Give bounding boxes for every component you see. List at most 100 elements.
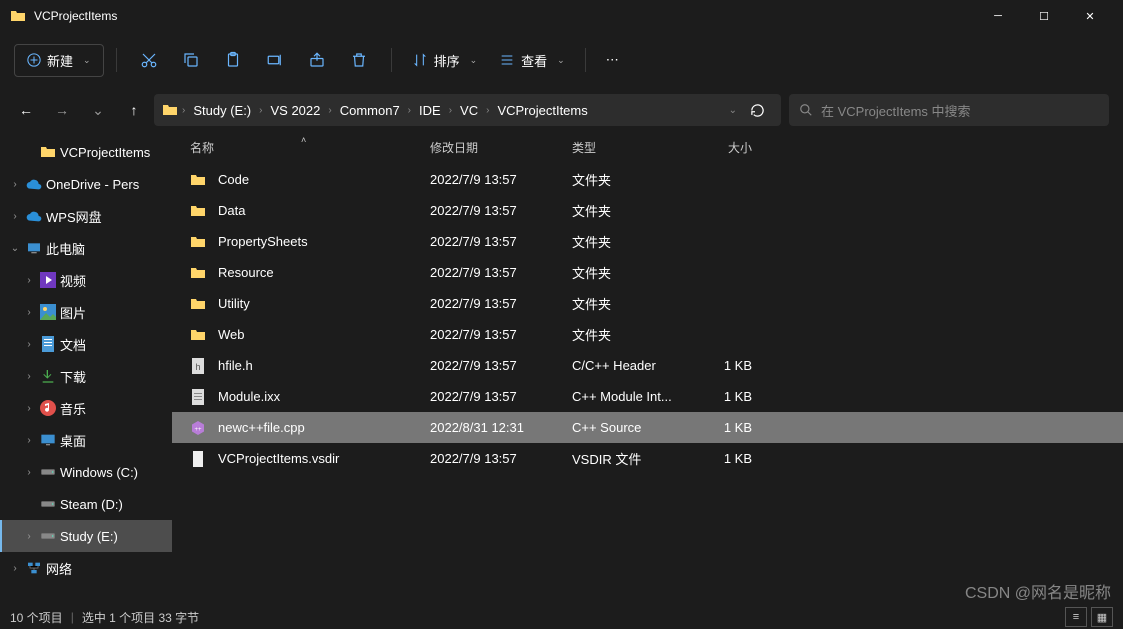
details-view-button[interactable]: ≡ — [1065, 607, 1087, 627]
drive-icon — [40, 496, 56, 512]
expand-icon[interactable]: › — [22, 403, 36, 414]
expand-icon[interactable]: › — [22, 307, 36, 318]
column-size[interactable]: 大小 — [690, 139, 760, 156]
breadcrumb-item[interactable]: Study (E:) — [189, 101, 255, 120]
sidebar-item[interactable]: ›视频 — [0, 264, 172, 296]
file-date: 2022/7/9 13:57 — [430, 327, 572, 342]
file-row[interactable]: Code 2022/7/9 13:57 文件夹 — [172, 164, 1123, 195]
folder-icon — [40, 144, 56, 160]
sidebar-item-label: 图片 — [60, 303, 86, 322]
view-label: 查看 — [521, 51, 547, 70]
sort-button[interactable]: 排序 ⌄ — [404, 45, 486, 76]
refresh-button[interactable] — [741, 103, 773, 118]
back-button[interactable]: ← — [14, 98, 38, 122]
expand-icon[interactable]: › — [8, 179, 22, 190]
file-icon — [190, 451, 206, 467]
more-button[interactable]: ⋯ — [598, 46, 627, 74]
cut-button[interactable] — [129, 42, 169, 78]
network-icon — [26, 560, 42, 576]
sidebar-item-label: 此电脑 — [46, 239, 85, 258]
sort-label: 排序 — [434, 51, 460, 70]
column-name[interactable]: 名称˄ — [172, 139, 430, 156]
expand-icon[interactable]: › — [8, 563, 22, 574]
sidebar-item[interactable]: › 下载 — [0, 360, 172, 392]
rename-button[interactable] — [255, 42, 295, 78]
file-size: 1 KB — [690, 389, 760, 404]
sidebar-item[interactable]: ›音乐 — [0, 392, 172, 424]
file-row[interactable]: Data 2022/7/9 13:57 文件夹 — [172, 195, 1123, 226]
address-bar[interactable]: › Study (E:) › VS 2022 › Common7 › IDE ›… — [154, 94, 781, 126]
expand-icon[interactable]: ⌄ — [8, 243, 22, 254]
file-type: C++ Source — [572, 420, 690, 435]
file-row[interactable]: PropertySheets 2022/7/9 13:57 文件夹 — [172, 226, 1123, 257]
new-button-label: 新建 — [47, 51, 73, 70]
nav-bar: ← → ⌄ ↑ › Study (E:) › VS 2022 › Common7… — [0, 88, 1123, 132]
breadcrumb-item[interactable]: VC — [456, 101, 482, 120]
sidebar-item[interactable]: ›OneDrive - Pers — [0, 168, 172, 200]
item-count: 10 个项目 — [10, 609, 63, 626]
column-type[interactable]: 类型 — [572, 139, 690, 156]
sidebar-item[interactable]: › 网络 — [0, 552, 172, 584]
breadcrumb-item[interactable]: Common7 — [336, 101, 404, 120]
chevron-right-icon: › — [328, 105, 331, 116]
expand-icon[interactable]: › — [22, 435, 36, 446]
sidebar-item-label: 下载 — [60, 367, 86, 386]
column-headers: 名称˄ 修改日期 类型 大小 — [172, 132, 1123, 164]
sidebar-item[interactable]: Steam (D:) — [0, 488, 172, 520]
expand-icon[interactable]: › — [22, 467, 36, 478]
copy-button[interactable] — [171, 42, 211, 78]
status-bar: 10 个项目 | 选中 1 个项目 33 字节 ≡ ▦ — [0, 605, 1123, 629]
search-input[interactable]: 在 VCProjectItems 中搜索 — [789, 94, 1109, 126]
sidebar-item[interactable]: › 桌面 — [0, 424, 172, 456]
delete-button[interactable] — [339, 42, 379, 78]
sidebar-item[interactable]: ⌄ 此电脑 — [0, 232, 172, 264]
recent-button[interactable]: ⌄ — [86, 98, 110, 122]
up-button[interactable]: ↑ — [122, 98, 146, 122]
forward-button[interactable]: → — [50, 98, 74, 122]
sidebar-item[interactable]: ›WPS网盘 — [0, 200, 172, 232]
chevron-right-icon: › — [182, 105, 185, 116]
sidebar-item-label: 桌面 — [60, 431, 86, 450]
expand-icon[interactable]: › — [8, 211, 22, 222]
paste-button[interactable] — [213, 42, 253, 78]
file-name: Data — [218, 203, 245, 218]
thumbnails-view-button[interactable]: ▦ — [1091, 607, 1113, 627]
file-row[interactable]: ++newc++file.cpp 2022/8/31 12:31 C++ Sou… — [172, 412, 1123, 443]
sidebar-item[interactable]: VCProjectItems — [0, 136, 172, 168]
music-icon — [40, 400, 56, 416]
expand-icon[interactable]: › — [22, 275, 36, 286]
divider — [391, 48, 392, 72]
expand-icon[interactable]: › — [22, 531, 36, 542]
maximize-button[interactable]: ☐ — [1021, 0, 1067, 32]
breadcrumb-item[interactable]: VCProjectItems — [493, 101, 591, 120]
column-date[interactable]: 修改日期 — [430, 139, 572, 156]
sidebar-item[interactable]: ›Study (E:) — [0, 520, 172, 552]
view-button[interactable]: 查看 ⌄ — [491, 45, 573, 76]
chevron-down-icon[interactable]: ⌄ — [729, 105, 737, 116]
svg-text:++: ++ — [194, 427, 202, 433]
sidebar-item-label: Windows (C:) — [60, 465, 138, 480]
picture-icon — [40, 304, 56, 320]
file-row[interactable]: Utility 2022/7/9 13:57 文件夹 — [172, 288, 1123, 319]
breadcrumb-item[interactable]: IDE — [415, 101, 445, 120]
chevron-down-icon: ⌄ — [470, 55, 478, 66]
file-row[interactable]: VCProjectItems.vsdir 2022/7/9 13:57 VSDI… — [172, 443, 1123, 474]
sidebar-item-label: 网络 — [46, 559, 72, 578]
file-row[interactable]: Resource 2022/7/9 13:57 文件夹 — [172, 257, 1123, 288]
share-button[interactable] — [297, 42, 337, 78]
file-row[interactable]: Module.ixx 2022/7/9 13:57 C++ Module Int… — [172, 381, 1123, 412]
close-button[interactable]: ✕ — [1067, 0, 1113, 32]
breadcrumb-item[interactable]: VS 2022 — [266, 101, 324, 120]
minimize-button[interactable]: ─ — [975, 0, 1021, 32]
pc-icon — [26, 240, 42, 256]
new-button[interactable]: 新建 ⌄ — [14, 44, 104, 77]
expand-icon[interactable]: › — [22, 339, 36, 350]
file-date: 2022/7/9 13:57 — [430, 203, 572, 218]
sidebar-item[interactable]: ›文档 — [0, 328, 172, 360]
sidebar-item[interactable]: › 图片 — [0, 296, 172, 328]
sidebar-item[interactable]: › Windows (C:) — [0, 456, 172, 488]
expand-icon[interactable]: › — [22, 371, 36, 382]
file-row[interactable]: Web 2022/7/9 13:57 文件夹 — [172, 319, 1123, 350]
file-date: 2022/7/9 13:57 — [430, 389, 572, 404]
file-row[interactable]: hhfile.h 2022/7/9 13:57 C/C++ Header 1 K… — [172, 350, 1123, 381]
